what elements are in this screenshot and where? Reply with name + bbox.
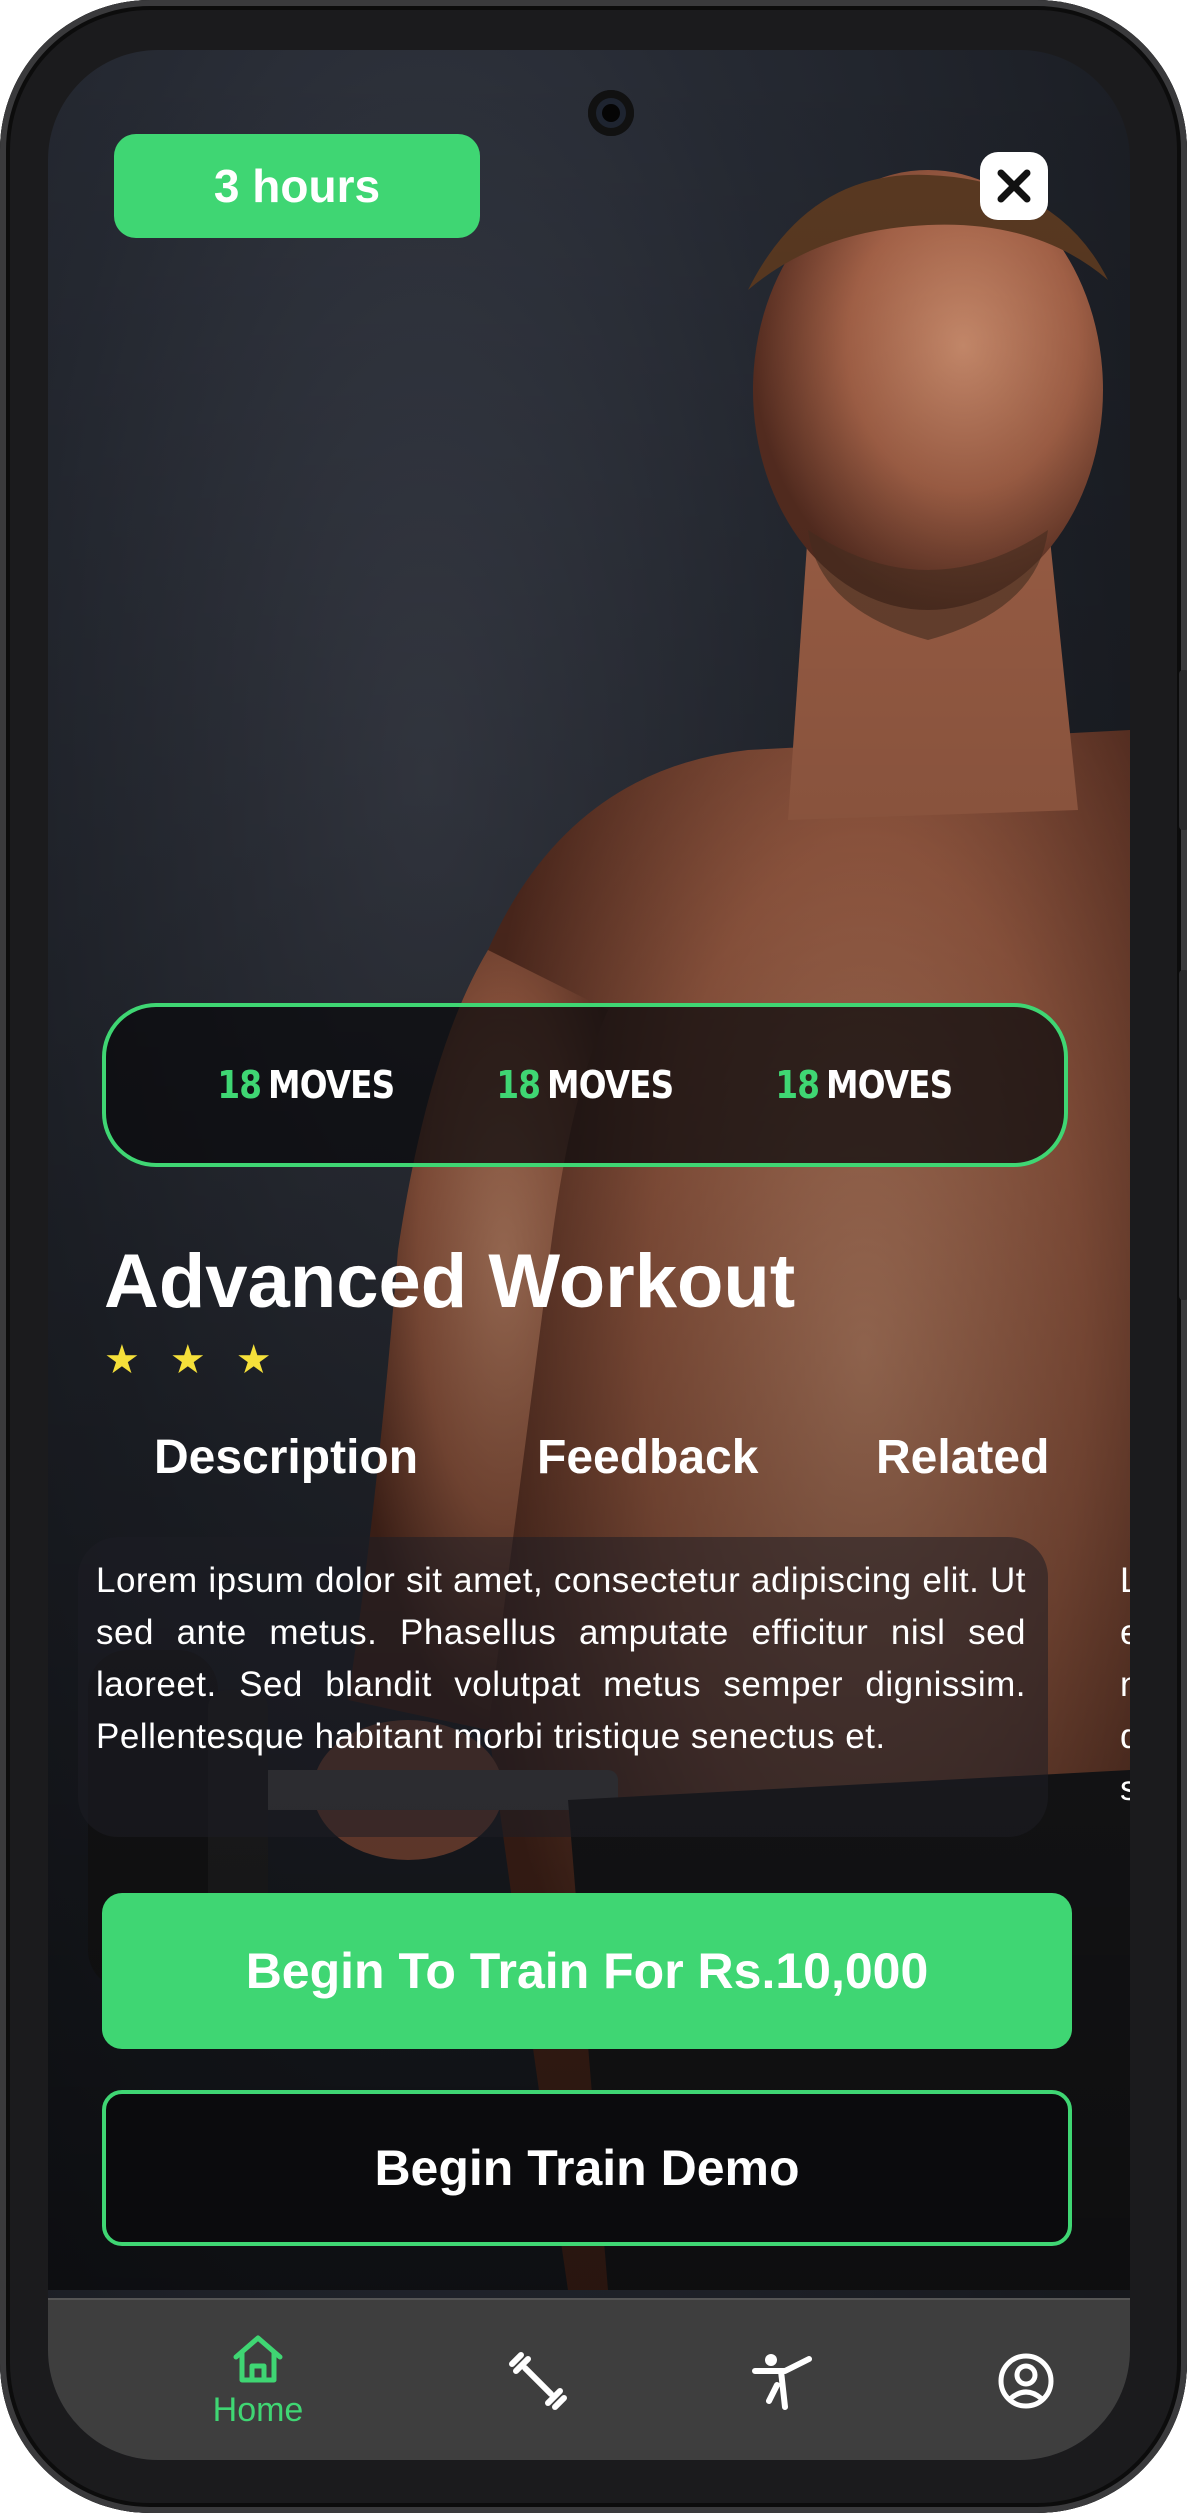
rating-stars: ★ ★ ★: [104, 1340, 272, 1380]
stat-moves-1: 18 MOVES: [217, 1063, 395, 1107]
dumbbell-icon: [509, 2352, 567, 2410]
tab-description[interactable]: Description: [154, 1430, 418, 1485]
close-icon: [997, 169, 1031, 203]
star-icon: ★: [235, 1338, 272, 1382]
power-button: [1179, 970, 1187, 1300]
workout-title: Advanced Workout: [104, 1239, 796, 1324]
stat-number: 18: [217, 1063, 262, 1107]
close-button[interactable]: [980, 152, 1048, 220]
nav-item-training[interactable]: [733, 2300, 833, 2460]
home-icon: [233, 2335, 283, 2382]
stat-moves-2: 18 MOVES: [496, 1063, 675, 1107]
martial-arts-icon: [752, 2354, 812, 2410]
description-text: Lorem ipsum dolor sit amet, consectetur …: [96, 1561, 1026, 1756]
tab-feedback[interactable]: Feedback: [537, 1430, 758, 1485]
stat-label: MOVES: [547, 1063, 674, 1107]
app-screen: 3 hours 18 MOVES 18 MOVES 18 MOVES Advanced…: [48, 50, 1130, 2460]
stat-number: 18: [496, 1063, 542, 1107]
peek-letters: L e n d s: [1120, 1561, 1130, 1808]
tab-related[interactable]: Related: [876, 1430, 1049, 1485]
stat-label: MOVES: [826, 1063, 954, 1107]
star-icon: ★: [169, 1338, 206, 1382]
star-icon: ★: [104, 1338, 140, 1382]
duration-badge: 3 hours: [114, 134, 480, 238]
bottom-navigation: Home: [48, 2298, 1130, 2460]
stat-label: MOVES: [267, 1063, 395, 1107]
phone-frame: 3 hours 18 MOVES 18 MOVES 18 MOVES Advanced…: [0, 0, 1187, 2513]
profile-icon: [998, 2353, 1054, 2409]
nav-item-profile[interactable]: [976, 2300, 1076, 2460]
detail-tabs: Description Feedback Related: [154, 1430, 1114, 1500]
begin-train-demo-button[interactable]: Begin Train Demo: [102, 2090, 1072, 2246]
next-card-peek: L e n d s: [1120, 1555, 1130, 1815]
nav-item-home[interactable]: Home: [178, 2300, 338, 2460]
front-camera: [588, 90, 634, 136]
begin-train-paid-button[interactable]: Begin To Train For Rs.10,000: [102, 1893, 1072, 2049]
stat-moves-3: 18 MOVES: [775, 1063, 954, 1107]
nav-item-workouts[interactable]: [488, 2300, 588, 2460]
volume-button: [1179, 670, 1187, 830]
workout-stats-panel: 18 MOVES 18 MOVES 18 MOVES: [102, 1003, 1068, 1167]
nav-label-home: Home: [212, 2390, 304, 2429]
stat-number: 18: [775, 1063, 821, 1107]
